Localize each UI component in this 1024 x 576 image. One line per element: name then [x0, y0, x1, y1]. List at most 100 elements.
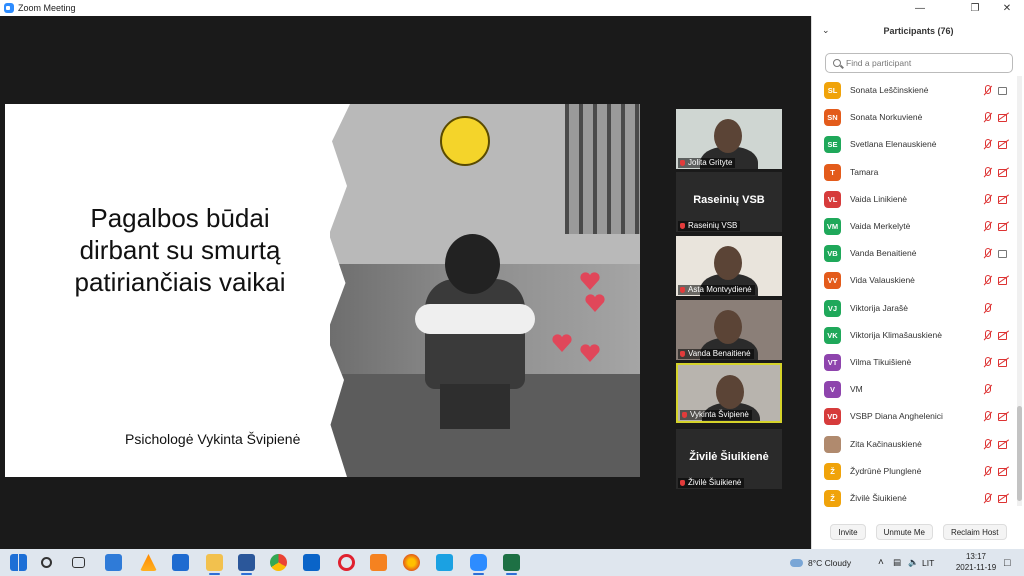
minimize-icon[interactable]: —: [905, 0, 935, 16]
participant-face: [714, 246, 742, 280]
video-tile[interactable]: Vanda Benaitienė: [676, 300, 782, 360]
camera-off-icon[interactable]: [998, 494, 1009, 503]
mic-muted-icon[interactable]: [982, 329, 992, 341]
avatar: VL: [824, 190, 841, 208]
participant-name: Svetlana Elenauskienė: [850, 139, 937, 150]
camera-off-icon[interactable]: [998, 195, 1009, 204]
camera-off-icon[interactable]: [998, 168, 1009, 177]
camera-off-icon[interactable]: [998, 440, 1009, 449]
avatar: VK: [824, 326, 841, 344]
participant-name: Vaida Merkelytė: [850, 221, 911, 231]
excel-icon[interactable]: [503, 554, 520, 575]
notification-icon[interactable]: □: [1004, 549, 1011, 576]
network-icon[interactable]: ▤: [893, 549, 901, 576]
participant-row[interactable]: Ž Živilė Šiuikienė: [812, 485, 1017, 512]
child-figure: [415, 234, 535, 434]
participant-row[interactable]: T Tamara: [812, 159, 1017, 186]
zoom-taskbar-icon[interactable]: [470, 554, 487, 575]
participant-scrollbar[interactable]: [1017, 76, 1022, 506]
mic-muted-icon[interactable]: [982, 193, 992, 205]
participant-row[interactable]: VV Vida Valauskienė: [812, 267, 1017, 294]
photos-icon[interactable]: [436, 554, 453, 571]
mic-muted-icon[interactable]: [982, 248, 992, 259]
app-icon[interactable]: [370, 554, 387, 571]
close-icon[interactable]: ✕: [992, 0, 1022, 16]
reclaim-host-button[interactable]: Reclaim Host: [942, 524, 1007, 540]
participant-face: [716, 375, 744, 409]
participant-name: Tamara: [850, 166, 879, 177]
camera-icon[interactable]: [998, 86, 1009, 95]
camera-off-icon[interactable]: [998, 358, 1009, 367]
camera-off-icon[interactable]: [998, 467, 1009, 476]
windows-start-icon[interactable]: [10, 554, 27, 571]
mic-muted-icon[interactable]: [982, 438, 992, 450]
camera-off-icon[interactable]: [998, 113, 1009, 123]
unmute-me-button[interactable]: Unmute Me: [875, 524, 933, 540]
mic-muted-icon[interactable]: [982, 275, 992, 286]
mic-muted-icon[interactable]: [982, 357, 992, 368]
participant-row[interactable]: SN Sonata Norkuvienė: [812, 104, 1017, 131]
participant-row[interactable]: V VM: [812, 376, 1017, 403]
opera-icon[interactable]: [338, 554, 355, 571]
participant-row[interactable]: VT Vilma Tikuišienė: [812, 349, 1017, 376]
mic-muted-icon[interactable]: [982, 493, 992, 504]
video-tile[interactable]: Raseinių VSB Raseinių VSB: [676, 172, 782, 232]
participant-row[interactable]: SE Svetlana Elenauskienė: [812, 131, 1017, 158]
mic-muted-icon[interactable]: [982, 465, 992, 477]
camera-off-icon[interactable]: [998, 331, 1009, 340]
word-icon[interactable]: [238, 554, 255, 575]
mic-muted-icon[interactable]: [982, 411, 992, 422]
volume-icon[interactable]: 🔈: [908, 549, 919, 576]
participant-row[interactable]: VL Vaida Linikienė: [812, 186, 1017, 213]
mic-muted-icon[interactable]: [982, 221, 992, 232]
vlc-icon[interactable]: [140, 554, 157, 571]
camera-icon[interactable]: [998, 249, 1009, 259]
file-explorer-icon[interactable]: [206, 554, 223, 575]
mic-muted-icon[interactable]: [982, 166, 992, 178]
participant-name: VSBP Diana Anghelenici: [850, 411, 943, 422]
invite-button[interactable]: Invite: [830, 524, 866, 540]
video-tile[interactable]: Vykinta Švipienė: [676, 363, 782, 423]
store-icon[interactable]: [172, 554, 189, 571]
clock[interactable]: 13:17 2021-11-19: [950, 551, 1002, 573]
language-indicator[interactable]: LIT: [922, 549, 934, 576]
participant-row[interactable]: VK Viktorija Klimašauskienė: [812, 322, 1017, 349]
mic-muted-icon[interactable]: [982, 112, 992, 123]
video-tile[interactable]: Jolita Grityte: [676, 109, 782, 169]
firefox-icon[interactable]: [403, 554, 420, 571]
participant-row[interactable]: Ž Žydrūnė Plunglenė: [812, 458, 1017, 485]
participant-row[interactable]: Zita Kačinauskienė: [812, 431, 1017, 458]
chevron-up-icon[interactable]: ˄: [878, 549, 884, 576]
slide-heading: Pagalbos būdai dirbant su smurtą patiria…: [74, 203, 286, 297]
participant-row[interactable]: VD VSBP Diana Anghelenici: [812, 403, 1017, 430]
task-view-icon[interactable]: [72, 557, 85, 568]
camera-off-icon[interactable]: [998, 222, 1009, 231]
participant-name: Vida Valauskienė: [850, 275, 915, 286]
outlook-icon[interactable]: [303, 554, 320, 571]
weather-text[interactable]: 8°C Cloudy: [808, 558, 851, 568]
tile-name-label: Živilė Šiuikienė: [678, 478, 745, 488]
camera-off-icon[interactable]: [998, 412, 1009, 422]
participant-search[interactable]: [825, 53, 1013, 73]
mic-muted-icon[interactable]: [982, 302, 992, 314]
participant-row[interactable]: VM Vaida Merkelytė: [812, 213, 1017, 240]
maximize-icon[interactable]: ❐: [960, 0, 990, 16]
video-tile[interactable]: Asta Montvydienė: [676, 236, 782, 296]
participant-row[interactable]: VB Vanda Benaitienė: [812, 240, 1017, 267]
camera-off-icon[interactable]: [998, 276, 1009, 286]
search-taskbar-icon[interactable]: [41, 557, 52, 568]
snipping-tool-icon[interactable]: [105, 554, 122, 571]
camera-off-icon[interactable]: [998, 140, 1009, 150]
video-tile[interactable]: Živilė Šiuikienė Živilė Šiuikienė: [676, 429, 782, 489]
search-input[interactable]: [846, 58, 1006, 68]
mic-muted-icon[interactable]: [982, 384, 992, 395]
avatar: VM: [824, 218, 841, 235]
mic-muted-icon[interactable]: [982, 139, 992, 150]
mic-muted-icon[interactable]: [982, 85, 992, 96]
participant-row[interactable]: SL Sonata Leščinskienė: [812, 77, 1017, 104]
participant-row[interactable]: VJ Viktorija Jarašė: [812, 295, 1017, 322]
participant-name: Sonata Norkuvienė: [850, 112, 923, 123]
participants-panel: ⌄ Participants (76) SLSonata Leščinskien…: [811, 16, 1024, 549]
chrome-icon[interactable]: [270, 554, 287, 571]
avatar: SE: [824, 136, 841, 154]
